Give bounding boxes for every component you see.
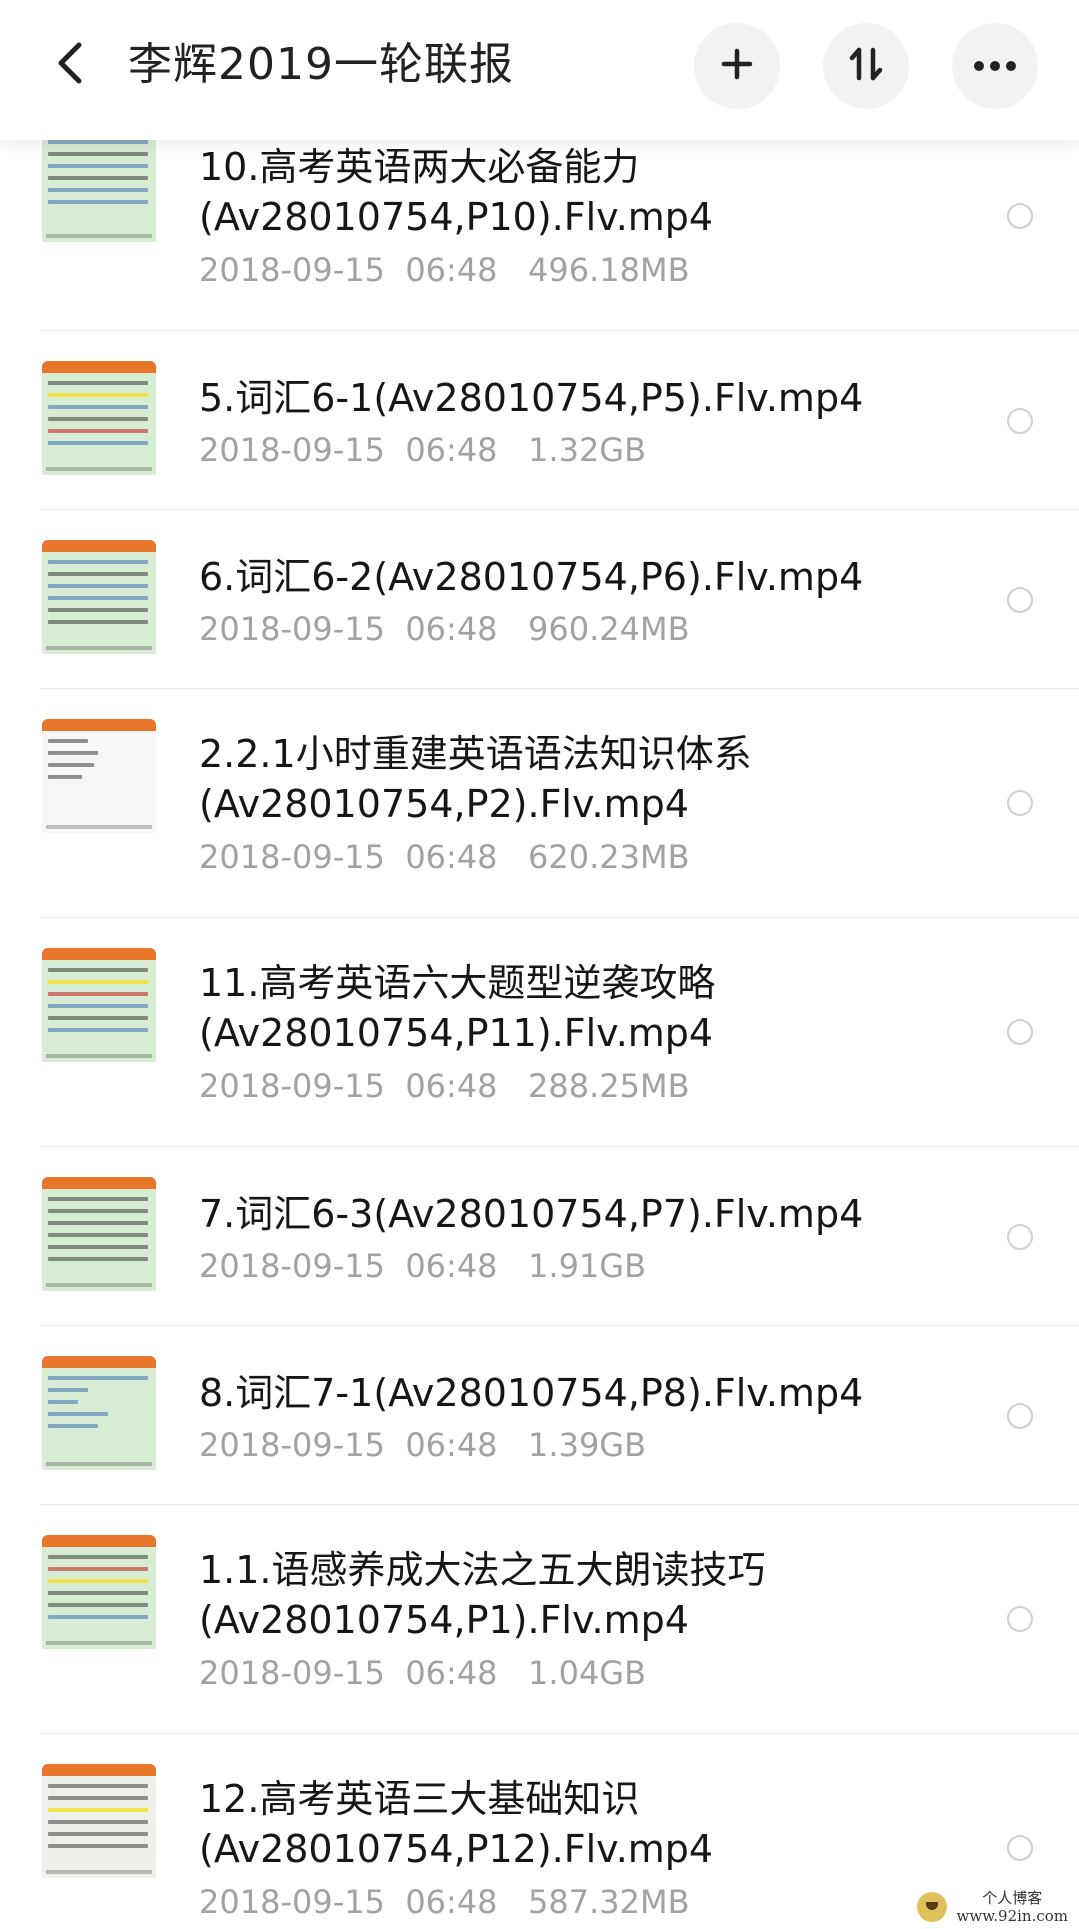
video-thumbnail xyxy=(42,1764,156,1878)
video-thumbnail xyxy=(42,1535,156,1649)
file-name: 10.高考英语两大必备能力 (Av28010754,P10).Flv.mp4 xyxy=(199,145,714,239)
add-button[interactable] xyxy=(694,23,780,109)
select-radio[interactable] xyxy=(1007,587,1033,613)
list-item[interactable]: 6.词汇6-2(Av28010754,P6).Flv.mp4 2018-09-1… xyxy=(0,510,1079,688)
video-thumbnail xyxy=(42,719,156,833)
file-meta: 2018-09-15 06:48 960.24MB xyxy=(199,610,690,648)
select-radio[interactable] xyxy=(1007,203,1033,229)
file-meta: 2018-09-15 06:48 1.39GB xyxy=(199,1426,647,1464)
file-name: 7.词汇6-3(Av28010754,P7).Flv.mp4 xyxy=(199,1192,864,1236)
watermark-logo-icon xyxy=(916,1892,947,1922)
file-browser-screen: 10.高考英语两大必备能力 (Av28010754,P10).Flv.mp4 2… xyxy=(0,0,1079,1929)
page-title: 李辉2019一轮联报 xyxy=(128,39,514,90)
plus-icon xyxy=(720,47,754,85)
more-button[interactable] xyxy=(952,23,1038,109)
list-item[interactable]: 1.1.语感养成大法之五大朗读技巧 (Av28010754,P1).Flv.mp… xyxy=(0,1505,1079,1733)
video-thumbnail xyxy=(42,130,156,242)
file-meta: 2018-09-15 06:48 496.18MB xyxy=(199,251,690,289)
select-radio[interactable] xyxy=(1007,1835,1033,1861)
file-meta: 2018-09-15 06:48 620.23MB xyxy=(199,838,690,876)
file-meta: 2018-09-15 06:48 1.32GB xyxy=(199,431,647,469)
more-dots-icon xyxy=(973,57,1017,76)
list-item[interactable]: 2.2.1小时重建英语语法知识体系 (Av28010754,P2).Flv.mp… xyxy=(0,689,1079,917)
list-item[interactable]: 8.词汇7-1(Av28010754,P8).Flv.mp4 2018-09-1… xyxy=(0,1326,1079,1504)
file-meta: 2018-09-15 06:48 1.04GB xyxy=(199,1654,647,1692)
file-meta: 2018-09-15 06:48 1.91GB xyxy=(199,1247,647,1285)
top-app-bar: 李辉2019一轮联报 xyxy=(0,0,1079,140)
file-name: 6.词汇6-2(Av28010754,P6).Flv.mp4 xyxy=(199,555,864,599)
video-thumbnail xyxy=(42,1356,156,1470)
select-radio[interactable] xyxy=(1007,408,1033,434)
select-radio[interactable] xyxy=(1007,790,1033,816)
select-radio[interactable] xyxy=(1007,1224,1033,1250)
select-radio[interactable] xyxy=(1007,1019,1033,1045)
file-meta: 2018-09-15 06:48 288.25MB xyxy=(199,1067,690,1105)
watermark: 个人博客 www.92in.com xyxy=(888,1886,1078,1928)
file-name: 11.高考英语六大题型逆袭攻略 (Av28010754,P11).Flv.mp4 xyxy=(199,961,716,1055)
video-thumbnail xyxy=(42,540,156,654)
watermark-line1: 个人博客 xyxy=(982,1889,1043,1907)
list-item[interactable]: 7.词汇6-3(Av28010754,P7).Flv.mp4 2018-09-1… xyxy=(0,1147,1079,1325)
file-meta: 2018-09-15 06:48 587.32MB xyxy=(199,1883,690,1921)
watermark-line2: www.92in.com xyxy=(956,1907,1068,1925)
video-thumbnail xyxy=(42,361,156,475)
sort-arrows-icon xyxy=(846,44,886,88)
video-thumbnail xyxy=(42,948,156,1062)
select-radio[interactable] xyxy=(1007,1403,1033,1429)
sort-button[interactable] xyxy=(823,23,909,109)
list-item[interactable]: 5.词汇6-1(Av28010754,P5).Flv.mp4 2018-09-1… xyxy=(0,331,1079,509)
file-name: 2.2.1小时重建英语语法知识体系 (Av28010754,P2).Flv.mp… xyxy=(199,732,752,826)
file-name: 5.词汇6-1(Av28010754,P5).Flv.mp4 xyxy=(199,376,864,420)
file-name: 8.词汇7-1(Av28010754,P8).Flv.mp4 xyxy=(199,1371,864,1415)
list-item[interactable]: 11.高考英语六大题型逆袭攻略 (Av28010754,P11).Flv.mp4… xyxy=(0,918,1079,1146)
file-name: 1.1.语感养成大法之五大朗读技巧 (Av28010754,P1).Flv.mp… xyxy=(199,1548,766,1642)
file-name: 12.高考英语三大基础知识 (Av28010754,P12).Flv.mp4 xyxy=(199,1777,714,1871)
chevron-left-icon xyxy=(53,41,87,89)
select-radio[interactable] xyxy=(1007,1606,1033,1632)
video-thumbnail xyxy=(42,1177,156,1291)
back-button[interactable] xyxy=(40,30,100,100)
